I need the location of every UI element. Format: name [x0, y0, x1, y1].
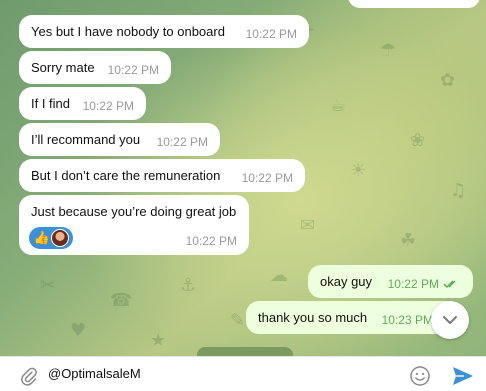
message-text: Yes but I have nobody to onboard: [31, 24, 225, 39]
message-bubble-outgoing[interactable]: okay guy 10:22 PM: [308, 265, 473, 298]
message-text: okay guy: [320, 274, 373, 289]
message-bubble[interactable]: Yes but I have nobody to onboard 10:22 P…: [19, 15, 309, 48]
message-time: 10:22 PM: [387, 277, 439, 291]
message-bubble-outgoing[interactable]: thank you so much 10:23 PM: [246, 301, 458, 334]
doodle-pattern: ✉: [300, 215, 316, 236]
reaction-pill[interactable]: 👍: [29, 227, 73, 249]
doodle-pattern: ☀: [350, 160, 367, 181]
double-check-icon: [443, 279, 459, 292]
message-time: 10:22 PM: [107, 63, 159, 77]
message-text: But I don’t care the remuneration: [31, 168, 221, 183]
doodle-pattern: ❀: [410, 130, 426, 151]
doodle-pattern: ☕: [330, 95, 347, 116]
doodle-pattern: ⚓: [180, 275, 197, 296]
chevron-down-icon: [443, 316, 457, 324]
avatar: [51, 229, 69, 247]
previous-message-bubble: [348, 0, 480, 8]
doodle-pattern: ☂: [380, 40, 397, 61]
message-bubble[interactable]: But I don’t care the remuneration 10:22 …: [19, 159, 305, 192]
message-text: Sorry mate: [31, 60, 95, 75]
date-pill: [197, 347, 293, 356]
paperclip-icon[interactable]: [20, 366, 38, 386]
message-time: 10:23 PM: [381, 313, 433, 327]
message-time: 10:22 PM: [245, 27, 297, 41]
doodle-pattern: ♥: [70, 320, 87, 341]
message-time: 10:22 PM: [82, 99, 134, 113]
message-bubble[interactable]: Sorry mate 10:22 PM: [19, 51, 171, 84]
message-input[interactable]: [48, 363, 388, 385]
doodle-pattern: ☎: [110, 290, 133, 311]
doodle-pattern: ✿: [440, 70, 456, 91]
send-icon[interactable]: [452, 366, 474, 386]
message-time: 10:22 PM: [156, 135, 208, 149]
message-text: I’ll recommand you: [31, 132, 141, 147]
message-bubble[interactable]: Just because you’re doing great job 👍 10…: [19, 195, 249, 255]
doodle-pattern: ☁: [270, 265, 288, 286]
doodle-pattern: ★: [150, 330, 167, 351]
doodle-pattern: ☘: [400, 230, 417, 251]
message-time: 10:22 PM: [185, 234, 237, 248]
message-text: Just because you’re doing great job: [31, 204, 237, 219]
scroll-to-bottom-button[interactable]: [431, 301, 469, 339]
chat-area[interactable]: ✈ ☂ ✿ ☕ ❀ ☀ ♫ ✉ ☘ ✂ ☎ ⚓ ✎ ♥ ★ ☁ Yes but …: [0, 0, 486, 356]
message-text: If I find: [31, 96, 71, 111]
doodle-pattern: ♫: [450, 180, 467, 201]
thumbs-up-icon: 👍: [33, 230, 51, 245]
message-time: 10:22 PM: [241, 171, 293, 185]
message-bubble[interactable]: I’ll recommand you 10:22 PM: [19, 123, 220, 156]
doodle-pattern: ✂: [40, 275, 56, 296]
doodle-pattern: ✎: [230, 310, 246, 331]
message-text: thank you so much: [258, 310, 368, 325]
message-bubble[interactable]: If I find 10:22 PM: [19, 87, 146, 120]
smiley-icon[interactable]: [409, 365, 431, 387]
message-composer: [0, 356, 486, 391]
